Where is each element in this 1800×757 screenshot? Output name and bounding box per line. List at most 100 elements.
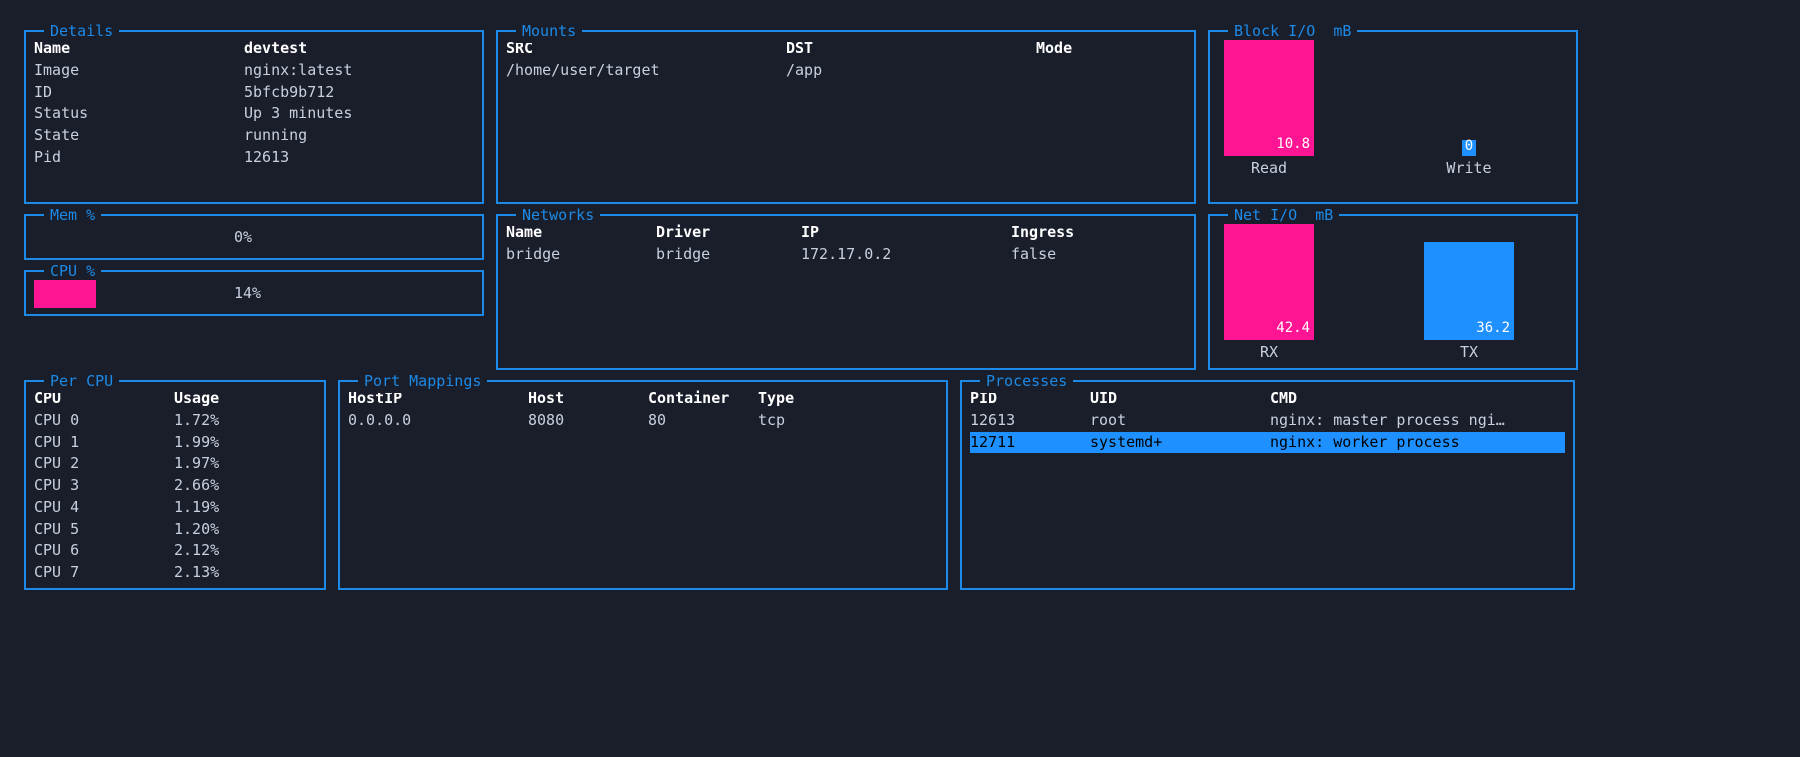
ports-table-cell: 8080 — [528, 410, 648, 432]
ports-table-cell: 80 — [648, 410, 758, 432]
networks-table-header: Ingress — [1011, 222, 1186, 244]
processes-table-header: UID — [1090, 388, 1270, 410]
percpu-table-header: Usage — [174, 388, 316, 410]
ports-title: Port Mappings — [358, 371, 487, 393]
processes-panel[interactable]: Processes PIDUIDCMD12613rootnginx: maste… — [960, 380, 1575, 590]
percpu-table-cell: CPU 5 — [34, 519, 174, 541]
percpu-table-cell: 1.20% — [174, 519, 316, 541]
table-row: bridgebridge172.17.0.2false — [506, 244, 1186, 266]
details-row: Staterunning — [34, 125, 474, 147]
networks-table: NameDriverIPIngressbridgebridge172.17.0.… — [506, 222, 1186, 266]
mounts-table-cell: /home/user/target — [506, 60, 786, 82]
mem-panel[interactable]: Mem % 0% — [24, 214, 484, 260]
netio-chart: 42.4RX 36.2 TX — [1218, 222, 1568, 364]
details-value: devtest — [244, 38, 474, 60]
percpu-table: CPUUsageCPU 01.72%CPU 11.99%CPU 21.97%CP… — [34, 388, 316, 584]
percpu-table-cell: CPU 1 — [34, 432, 174, 454]
details-panel[interactable]: Details NamedevtestImagenginx:latestID5b… — [24, 30, 484, 204]
details-row: Imagenginx:latest — [34, 60, 474, 82]
details-key: State — [34, 125, 244, 147]
percpu-table-cell: CPU 0 — [34, 410, 174, 432]
processes-title: Processes — [980, 371, 1073, 393]
details-value: 5bfcb9b712 — [244, 82, 474, 104]
table-row: CPU 51.20% — [34, 519, 316, 541]
percpu-panel[interactable]: Per CPU CPUUsageCPU 01.72%CPU 11.99%CPU … — [24, 380, 326, 590]
blockio-chart: 10.8Read 0 Write — [1218, 38, 1568, 180]
details-value: running — [244, 125, 474, 147]
ports-table: HostIPHostContainerType0.0.0.0808080tcp — [348, 388, 938, 432]
details-row: Pid12613 — [34, 147, 474, 169]
table-row: CPU 72.13% — [34, 562, 316, 584]
mounts-table-header: Mode — [1036, 38, 1186, 60]
table-row[interactable]: 12613rootnginx: master process ngi… — [970, 410, 1565, 432]
cpu-gauge-fill — [34, 280, 96, 308]
percpu-table-cell: CPU 4 — [34, 497, 174, 519]
ports-table-cell: 0.0.0.0 — [348, 410, 528, 432]
cpu-gauge: 14% — [34, 278, 474, 310]
mounts-table-cell: /app — [786, 60, 1036, 82]
ports-table-cell: tcp — [758, 410, 938, 432]
networks-table-cell: 172.17.0.2 — [801, 244, 1011, 266]
details-body: NamedevtestImagenginx:latestID5bfcb9b712… — [34, 38, 474, 169]
chart-bar: 36.2 — [1424, 242, 1514, 341]
mem-gauge: 0% — [34, 222, 474, 254]
netio-chart-bar-tx: 36.2 TX — [1424, 224, 1514, 364]
percpu-table-cell: 1.99% — [174, 432, 316, 454]
table-row: CPU 62.12% — [34, 540, 316, 562]
chart-bar-value: 42.4 — [1276, 318, 1310, 338]
details-value: nginx:latest — [244, 60, 474, 82]
details-key: ID — [34, 82, 244, 104]
processes-table: PIDUIDCMD12613rootnginx: master process … — [970, 388, 1565, 453]
netio-chart-bar-rx: 42.4RX — [1224, 224, 1314, 364]
chart-bar-value: 10.8 — [1276, 134, 1310, 154]
details-key: Status — [34, 103, 244, 125]
percpu-table-cell: 2.66% — [174, 475, 316, 497]
details-row: StatusUp 3 minutes — [34, 103, 474, 125]
percpu-title: Per CPU — [44, 371, 119, 393]
networks-table-header: IP — [801, 222, 1011, 244]
table-row: CPU 21.97% — [34, 453, 316, 475]
percpu-table-cell: CPU 3 — [34, 475, 174, 497]
cpu-panel[interactable]: CPU % 14% — [24, 270, 484, 316]
percpu-table-cell: 1.72% — [174, 410, 316, 432]
table-row[interactable]: 12711systemd+nginx: worker process — [970, 432, 1565, 454]
ports-table-header: Host — [528, 388, 648, 410]
table-row: CPU 41.19% — [34, 497, 316, 519]
table-row: /home/user/target/app — [506, 60, 1186, 82]
table-row: 0.0.0.0808080tcp — [348, 410, 938, 432]
details-value: 12613 — [244, 147, 474, 169]
chart-bar: 0 — [1462, 140, 1476, 156]
chart-bar-value: 0 — [1465, 136, 1473, 156]
details-value: Up 3 minutes — [244, 103, 474, 125]
chart-bar: 10.8 — [1224, 40, 1314, 156]
chart-bar: 42.4 — [1224, 224, 1314, 340]
mounts-table-header: DST — [786, 38, 1036, 60]
mem-gauge-label: 0% — [234, 227, 252, 249]
ports-panel[interactable]: Port Mappings HostIPHostContainerType0.0… — [338, 380, 948, 590]
chart-bar-caption: Write — [1446, 158, 1491, 180]
percpu-table-cell: 1.19% — [174, 497, 316, 519]
blockio-panel[interactable]: Block I/O mB 10.8Read0Write — [1208, 30, 1578, 204]
percpu-table-cell: 2.13% — [174, 562, 316, 584]
processes-table-header: CMD — [1270, 388, 1565, 410]
networks-table-cell: bridge — [506, 244, 656, 266]
chart-bar-caption: TX — [1460, 342, 1478, 364]
table-row: CPU 11.99% — [34, 432, 316, 454]
table-row: CPU 32.66% — [34, 475, 316, 497]
networks-title: Networks — [516, 205, 600, 227]
ports-table-header: Container — [648, 388, 758, 410]
details-title: Details — [44, 21, 119, 43]
blockio-chart-bar-read: 10.8Read — [1224, 40, 1314, 180]
processes-table-cell: nginx: worker process — [1270, 432, 1565, 454]
networks-table-cell: false — [1011, 244, 1186, 266]
processes-table-cell: 12613 — [970, 410, 1090, 432]
processes-table-cell: systemd+ — [1090, 432, 1270, 454]
mounts-panel[interactable]: Mounts SRCDSTMode/home/user/target/app — [496, 30, 1196, 204]
mounts-table: SRCDSTMode/home/user/target/app — [506, 38, 1186, 82]
networks-table-cell: bridge — [656, 244, 801, 266]
netio-panel[interactable]: Net I/O mB 42.4RX36.2TX — [1208, 214, 1578, 370]
processes-table-cell: 12711 — [970, 432, 1090, 454]
details-key: Pid — [34, 147, 244, 169]
chart-bar-value: 36.2 — [1476, 318, 1510, 338]
networks-panel[interactable]: Networks NameDriverIPIngressbridgebridge… — [496, 214, 1196, 370]
